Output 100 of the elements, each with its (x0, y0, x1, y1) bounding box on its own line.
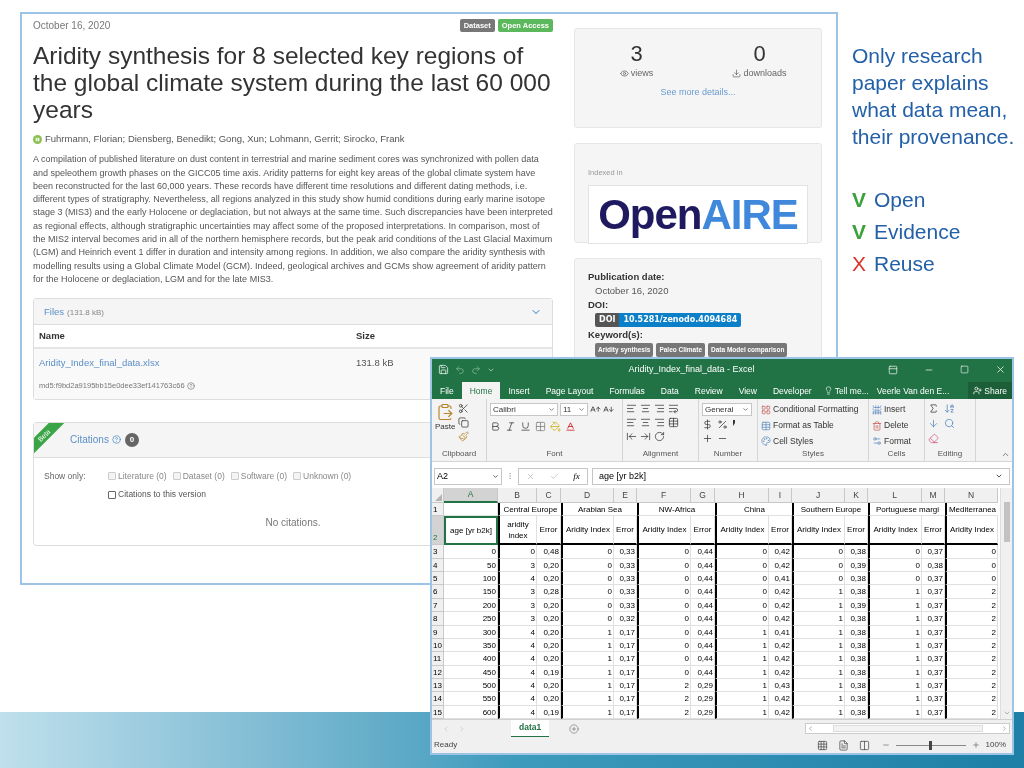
align-right-icon[interactable] (654, 417, 665, 429)
page-break-icon[interactable] (858, 739, 870, 751)
header-cell[interactable]: Error (769, 516, 792, 546)
italic-icon[interactable] (505, 421, 516, 433)
cut-icon[interactable] (458, 403, 470, 415)
row-header[interactable]: 6 (432, 585, 444, 599)
zoom-slider[interactable] (895, 740, 966, 750)
vertical-scrollbar[interactable] (1000, 488, 1012, 720)
column-header[interactable]: J (792, 488, 845, 504)
help-icon[interactable] (111, 435, 121, 445)
slider-thumb[interactable] (929, 740, 933, 750)
paste-button[interactable]: Paste (435, 421, 456, 434)
format-icon[interactable] (872, 436, 882, 447)
ribbon-tab[interactable]: Data (652, 382, 687, 400)
save-icon[interactable] (438, 364, 449, 376)
close-icon[interactable] (995, 364, 1006, 376)
column-header[interactable]: D (561, 488, 614, 504)
font-color-icon[interactable] (565, 421, 576, 433)
header-cell[interactable]: Aridity Index (561, 516, 614, 546)
table-icon[interactable] (761, 420, 771, 431)
column-header[interactable]: B (498, 488, 537, 504)
redo-icon[interactable] (471, 364, 481, 375)
header-cell[interactable]: Error (691, 516, 715, 546)
align-center-icon[interactable] (640, 417, 651, 429)
header-cell[interactable]: aridity index (498, 516, 537, 546)
column-header[interactable]: C (537, 488, 561, 504)
row-header[interactable]: 8 (432, 612, 444, 626)
header-cell[interactable]: Aridity Index (637, 516, 691, 546)
formula-field[interactable]: age [yr b2k] (592, 467, 1010, 485)
column-header[interactable]: E (614, 488, 637, 504)
ribbon-tab[interactable]: Home (461, 382, 501, 400)
font-size-field[interactable]: 11 (560, 403, 588, 417)
styles-command[interactable]: Format as Table (773, 419, 834, 432)
ribbon-tab[interactable]: View (730, 382, 765, 400)
select-all-icon[interactable] (435, 494, 442, 502)
user-name[interactable]: Veerle Van den E... (872, 382, 954, 400)
header-cell[interactable]: Error (614, 516, 637, 546)
header-cell[interactable]: Aridity Index (715, 516, 769, 546)
fill-icon[interactable] (928, 418, 939, 430)
header-cell[interactable]: age [yr b2k] (444, 516, 498, 546)
page-layout-icon[interactable] (837, 739, 849, 751)
cells-command[interactable]: Insert (884, 403, 906, 417)
header-cell[interactable]: Error (537, 516, 561, 546)
ribbon-tab[interactable]: Developer (764, 382, 820, 400)
align-bottom-icon[interactable] (654, 403, 665, 415)
format-painter-icon[interactable] (458, 431, 470, 443)
comma-style-icon[interactable] (732, 419, 736, 428)
orientation-icon[interactable] (654, 431, 665, 443)
ribbon-tab[interactable]: Review (686, 382, 731, 400)
openaire-logo[interactable]: OpenAIRE (588, 185, 808, 244)
conditional-formatting-icon[interactable] (761, 404, 771, 415)
ribbon-display-icon[interactable] (888, 364, 898, 375)
insert-icon[interactable] (872, 404, 882, 415)
clear-icon[interactable] (928, 433, 939, 445)
column-header[interactable]: G (691, 488, 715, 504)
wrap-text-icon[interactable] (668, 403, 679, 415)
ribbon-tab[interactable]: Insert (500, 382, 538, 400)
number-format-field[interactable]: General (702, 403, 752, 417)
share-button[interactable]: Share (968, 382, 1012, 400)
increase-decimal-icon[interactable] (702, 433, 713, 445)
align-middle-icon[interactable] (640, 403, 651, 415)
percent-icon[interactable] (717, 419, 728, 431)
lightbulb-icon[interactable] (823, 386, 833, 396)
column-header[interactable]: F (637, 488, 691, 504)
horizontal-scrollbar[interactable] (805, 723, 1010, 735)
fill-color-icon[interactable] (550, 421, 561, 433)
align-top-icon[interactable] (626, 403, 637, 415)
header-cell[interactable]: Aridity Index (945, 516, 998, 546)
maximize-icon[interactable] (960, 365, 969, 375)
merge-icon[interactable] (668, 417, 679, 429)
row-header[interactable]: 2 (432, 516, 444, 546)
undo-icon[interactable] (455, 364, 465, 375)
name-box[interactable]: A2 (434, 467, 502, 485)
ribbon-tab[interactable]: Formulas (601, 382, 653, 400)
bold-icon[interactable] (490, 421, 501, 433)
row-header[interactable]: 13 (432, 679, 444, 693)
copy-icon[interactable] (458, 417, 470, 429)
align-left-icon[interactable] (626, 417, 637, 429)
styles-command[interactable]: Conditional Formatting (773, 403, 859, 417)
font-name-field[interactable]: Calibri (490, 403, 558, 417)
ribbon-tab[interactable]: Page Layout (537, 382, 602, 400)
tell-me-field[interactable]: Tell me... (834, 384, 869, 398)
header-cell[interactable]: Error (845, 516, 868, 546)
column-header[interactable]: N (945, 488, 998, 504)
column-header[interactable]: M (922, 488, 945, 504)
header-cell[interactable]: Aridity Index (792, 516, 845, 546)
column-header[interactable]: L (868, 488, 922, 504)
autosum-icon[interactable] (928, 403, 939, 415)
cells-command[interactable]: Delete (884, 419, 909, 432)
row-header[interactable]: 11 (432, 652, 444, 666)
paste-icon[interactable] (436, 403, 455, 422)
palette-icon[interactable] (761, 436, 771, 447)
cancel-icon[interactable] (526, 471, 536, 481)
column-header[interactable]: A (444, 488, 498, 504)
accounting-icon[interactable] (702, 419, 713, 431)
insert-function-button[interactable]: fx (573, 469, 580, 484)
styles-command[interactable]: Cell Styles (773, 434, 814, 448)
borders-icon[interactable] (535, 421, 546, 433)
sheet-tab[interactable]: data1 (511, 719, 550, 738)
row-header[interactable]: 14 (432, 692, 444, 706)
